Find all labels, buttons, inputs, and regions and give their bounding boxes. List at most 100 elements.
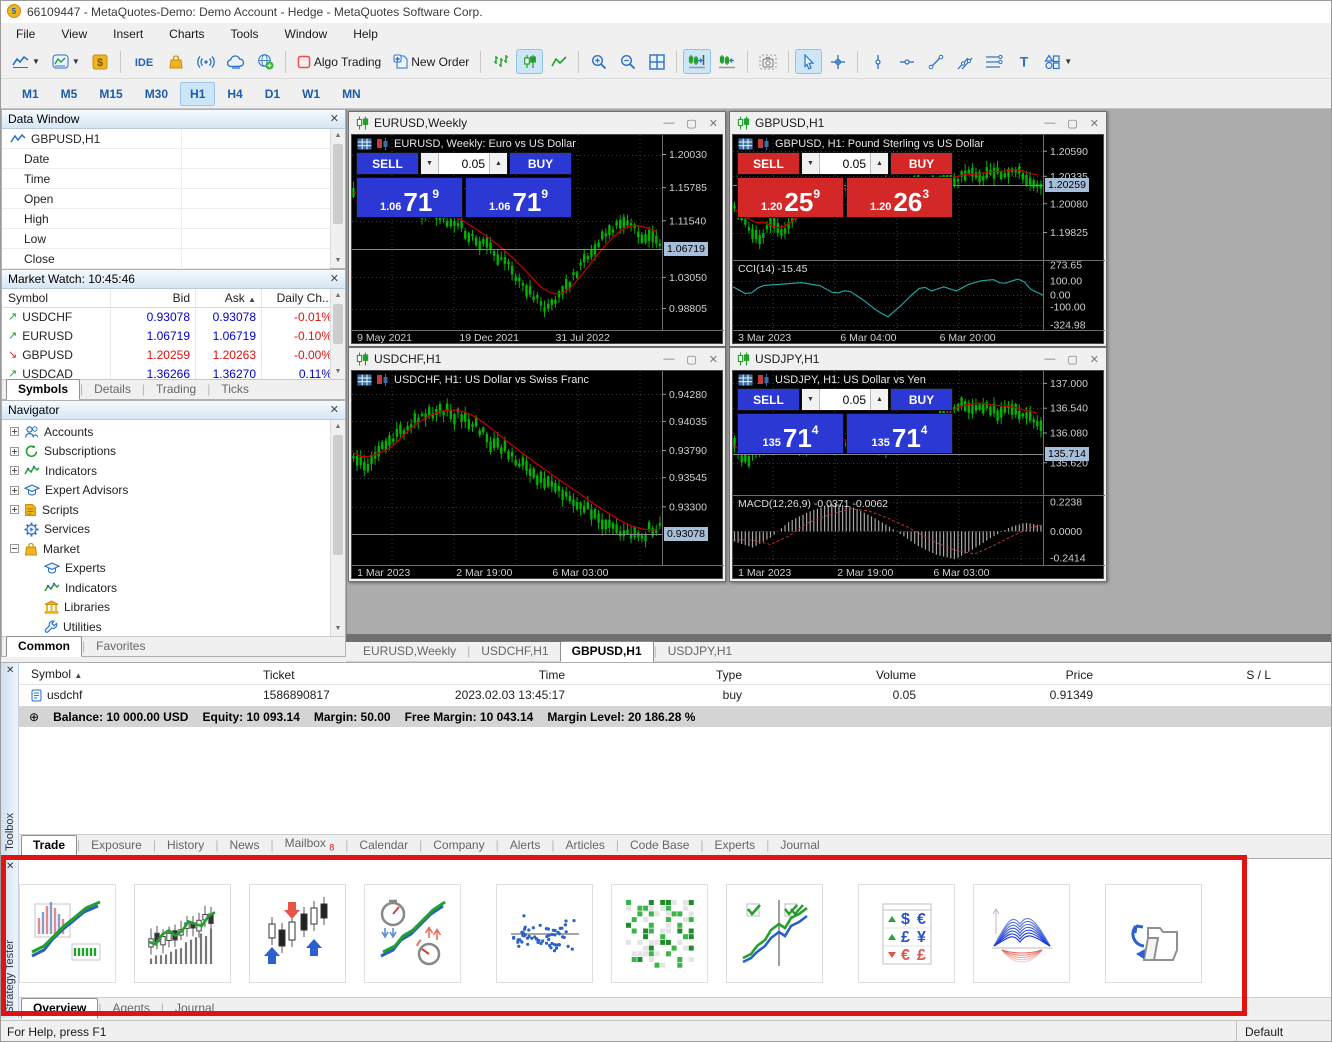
menu-tools[interactable]: Tools	[218, 24, 272, 44]
toolbox-tab-calendar[interactable]: Calendar	[348, 836, 419, 855]
table-icon[interactable]	[738, 138, 753, 150]
buy-price[interactable]: 1.06719	[465, 177, 572, 218]
volume-decrease-icon[interactable]: ▼	[802, 389, 820, 410]
scroll-up-icon[interactable]: ▲	[331, 129, 345, 143]
navigator-item-scripts[interactable]: Scripts	[2, 500, 330, 520]
column-header-volume[interactable]: Volume	[744, 664, 918, 686]
collapse-icon[interactable]	[10, 544, 19, 553]
column-header-ticket[interactable]: Ticket	[261, 664, 401, 686]
expand-balance-icon[interactable]: ⊕	[29, 710, 39, 724]
candles-button[interactable]	[516, 49, 543, 74]
chart-tab-usdchf-h1[interactable]: USDCHF,H1	[470, 642, 559, 661]
volume-value[interactable]: 0.05	[439, 153, 489, 174]
cloud-button[interactable]	[222, 49, 250, 74]
speed-test-tile[interactable]	[364, 884, 461, 983]
trade-arrows-tile[interactable]	[249, 884, 346, 983]
volume-decrease-icon[interactable]: ▼	[802, 153, 820, 174]
navigator-scrollbar[interactable]: ▲ ▼	[330, 420, 345, 636]
maximize-icon[interactable]: ▢	[1067, 117, 1077, 130]
zoom-in-button[interactable]	[585, 49, 612, 74]
close-icon[interactable]: ✕	[709, 117, 718, 130]
tester-tab-overview[interactable]: Overview	[21, 998, 98, 1019]
navigator-item-expert-advisors[interactable]: Expert Advisors	[2, 481, 330, 501]
chart-tab-usdjpy-h1[interactable]: USDJPY,H1	[657, 642, 743, 661]
volume-value[interactable]: 0.05	[820, 153, 870, 174]
hline-button[interactable]	[893, 49, 920, 74]
volume-stepper[interactable]: ▼0.05▲	[801, 152, 889, 175]
channel-button[interactable]	[951, 49, 978, 74]
chevron-down-icon[interactable]: ▼	[1064, 57, 1072, 66]
volume-increase-icon[interactable]: ▲	[489, 153, 507, 174]
timeframe-mn[interactable]: MN	[332, 82, 371, 106]
currency-table-tile[interactable]: $€ £¥ €£	[858, 884, 955, 983]
expand-icon[interactable]	[10, 447, 19, 456]
maximize-icon[interactable]: ▢	[686, 117, 696, 130]
navigator-item-indicators[interactable]: Indicators	[2, 461, 330, 481]
tile-windows-button[interactable]	[643, 49, 670, 74]
column-header-price[interactable]: Price	[918, 664, 1095, 686]
tester-tab-journal[interactable]: Journal	[164, 999, 225, 1018]
navigator-item-accounts[interactable]: Accounts	[2, 422, 330, 442]
open-report-tile[interactable]	[1105, 884, 1202, 983]
market-watch-row-eurusd[interactable]: ↗EURUSD1.067191.06719-0.10%	[2, 327, 330, 346]
navigator-item-indicators[interactable]: Indicators	[2, 578, 330, 598]
close-icon[interactable]: ✕	[330, 405, 339, 416]
buy-button[interactable]: BUY	[890, 152, 953, 175]
fibo-button[interactable]	[980, 49, 1008, 74]
toolbox-tab-news[interactable]: News	[218, 836, 270, 855]
position-row[interactable]: usdchf15868908172023.02.03 13:45:17buy0.…	[19, 685, 1332, 706]
minimize-icon[interactable]: —	[663, 117, 674, 130]
line-chart-button[interactable]	[545, 49, 572, 74]
chevron-down-icon[interactable]: ▼	[32, 57, 40, 66]
minimize-icon[interactable]: —	[1044, 353, 1055, 366]
table-icon[interactable]	[357, 138, 372, 150]
buy-price[interactable]: 135714	[846, 413, 953, 454]
volume-increase-icon[interactable]: ▲	[870, 153, 888, 174]
navigator-item-experts[interactable]: Experts	[2, 559, 330, 579]
camera-button[interactable]	[754, 49, 782, 74]
table-icon[interactable]	[738, 374, 753, 386]
column-header-sl[interactable]: S / L	[1095, 664, 1273, 686]
menu-window[interactable]: Window	[272, 24, 341, 44]
tab-symbols[interactable]: Symbols	[6, 379, 80, 400]
candle-rb-icon[interactable]	[376, 138, 390, 150]
market-bag-button[interactable]	[163, 49, 190, 74]
minimize-icon[interactable]: —	[663, 353, 674, 366]
scroll-down-icon[interactable]: ▼	[331, 365, 345, 379]
menu-charts[interactable]: Charts	[156, 24, 217, 44]
expand-icon[interactable]	[10, 505, 19, 514]
market-watch-row-usdchf[interactable]: ↗USDCHF0.930780.93078-0.01%	[2, 308, 330, 327]
timeframe-h1[interactable]: H1	[180, 82, 215, 106]
cursor-button[interactable]	[795, 49, 822, 74]
chevron-down-icon[interactable]: ▼	[72, 57, 80, 66]
report-equity-tile[interactable]	[19, 884, 116, 983]
dollar-button[interactable]: $	[87, 49, 114, 74]
vline-button[interactable]	[864, 49, 891, 74]
buy-price[interactable]: 1.20263	[846, 177, 953, 218]
toolbox-tab-experts[interactable]: Experts	[704, 836, 767, 855]
sell-price[interactable]: 1.06719	[356, 177, 463, 218]
market-watch-row-gbpusd[interactable]: ↘GBPUSD1.202591.20263-0.00%	[2, 346, 330, 365]
zoom-out-button[interactable]	[614, 49, 641, 74]
buy-button[interactable]: BUY	[509, 152, 572, 175]
timeframe-m15[interactable]: M15	[89, 82, 132, 106]
minimize-icon[interactable]: —	[1044, 117, 1055, 130]
navigator-item-market[interactable]: Market	[2, 539, 330, 559]
chart-window-titlebar[interactable]: USDJPY,H1—▢✕	[730, 348, 1106, 370]
auto-scroll-button[interactable]	[713, 49, 741, 74]
column-header-time[interactable]: Time	[401, 664, 567, 686]
chart-area-gbpusd[interactable]: 1.205901.203351.200801.19825273.65100.00…	[732, 134, 1104, 344]
market-watch-header[interactable]: Market Watch: 10:45:46 ✕	[2, 270, 345, 289]
scroll-up-icon[interactable]: ▲	[331, 289, 345, 303]
close-icon[interactable]: ✕	[330, 274, 339, 285]
navigator-item-services[interactable]: Services	[2, 520, 330, 540]
crosshair-button[interactable]	[824, 49, 851, 74]
navigator-item-utilities[interactable]: Utilities	[2, 617, 330, 637]
toolbox-tab-code-base[interactable]: Code Base	[619, 836, 700, 855]
volume-decrease-icon[interactable]: ▼	[421, 153, 439, 174]
tab-ticks[interactable]: Ticks	[210, 380, 260, 399]
close-icon[interactable]: ✕	[1090, 117, 1099, 130]
toolbox-tab-company[interactable]: Company	[422, 836, 495, 855]
sell-button[interactable]: SELL	[356, 152, 419, 175]
timeframe-m5[interactable]: M5	[51, 82, 88, 106]
